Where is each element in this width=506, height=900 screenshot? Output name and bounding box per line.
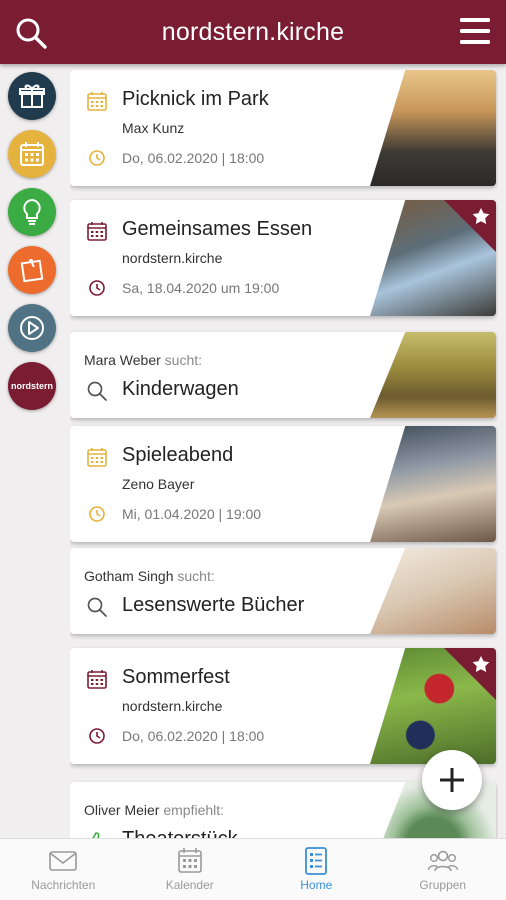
author-verb: empfiehlt: [163,802,225,818]
author-name: Gotham Singh [84,568,174,584]
event-title: Sommerfest [122,666,230,688]
tab-home[interactable]: Home [253,839,380,900]
author-verb: sucht: [164,352,203,368]
event-image [370,426,496,542]
event-card[interactable]: Sommerfest nordstern.kirche Do, 06.02.20… [70,648,496,764]
group-icon [427,850,458,872]
author-verb: sucht: [177,568,215,584]
plus-icon [440,768,464,792]
note-icon [20,259,44,283]
search-title: Lesenswerte Bücher [122,594,305,616]
tab-label: Kalender [165,878,214,892]
brand-filter-button[interactable]: nordstern [8,362,56,410]
tab-gruppen[interactable]: Gruppen [380,839,506,900]
hamburger-menu-icon[interactable] [458,14,492,48]
category-sidebar: nordstern [8,72,58,420]
featured-star-icon [444,648,496,700]
clock-icon [89,150,105,166]
author-name: Mara Weber [84,352,161,368]
app-title: nordstern.kirche [161,17,345,46]
clock-icon [89,280,105,296]
calendar-icon [20,142,44,166]
tab-nachrichten[interactable]: Nachrichten [0,839,127,900]
note-filter-button[interactable] [8,246,56,294]
lightbulb-icon [23,198,41,225]
tab-label: Home [300,878,333,892]
search-author: Mara Weber sucht: [84,352,202,368]
search-card[interactable]: Gotham Singh sucht: Lesenswerte Bücher [70,548,496,634]
envelope-icon [49,851,78,871]
event-card[interactable]: Gemeinsames Essen nordstern.kirche Sa, 1… [70,200,496,316]
recommend-author: Oliver Meier empfiehlt: [84,802,224,818]
search-icon [87,381,107,401]
event-image [370,70,496,186]
tab-kalender[interactable]: Kalender [127,839,254,900]
event-title: Spieleabend [122,444,234,466]
play-icon [20,316,44,340]
calendar-icon [87,92,107,111]
event-organizer: Zeno Bayer [122,476,195,492]
event-date: Sa, 18.04.2020 um 19:00 [122,280,280,296]
event-card[interactable]: Picknick im Park Max Kunz Do, 06.02.2020… [70,70,496,186]
clock-icon [89,728,105,744]
event-card[interactable]: Spieleabend Zeno Bayer Mi, 01.04.2020 | … [70,426,496,542]
tab-label: Gruppen [419,878,467,892]
search-title: Kinderwagen [122,378,239,400]
search-image [370,548,496,634]
event-date: Do, 06.02.2020 | 18:00 [122,150,265,166]
feed-list: Picknick im Park Max Kunz Do, 06.02.2020… [70,70,498,840]
event-organizer: nordstern.kirche [122,250,223,266]
search-icon [87,597,107,617]
search-card[interactable]: Mara Weber sucht: Kinderwagen [70,332,496,418]
add-button[interactable] [422,750,482,810]
calendar-icon [87,670,107,689]
app-header: nordstern.kirche [0,0,506,64]
calendar-icon [177,848,202,873]
calendar-filter-button[interactable] [8,130,56,178]
tab-label: Nachrichten [31,878,96,892]
search-author: Gotham Singh sucht: [84,568,215,584]
clock-icon [89,506,105,522]
idea-filter-button[interactable] [8,188,56,236]
bottom-navigation: Nachrichten Kalender Home Gruppen [0,838,506,900]
event-date: Do, 06.02.2020 | 18:00 [122,728,265,744]
search-icon[interactable] [14,16,48,50]
search-image [370,332,496,418]
home-list-icon [305,847,328,875]
gift-icon [19,84,45,108]
event-title: Gemeinsames Essen [122,218,313,240]
calendar-icon [87,222,107,241]
event-title: Picknick im Park [122,88,269,110]
event-organizer: Max Kunz [122,120,185,136]
calendar-icon [87,448,107,467]
event-date: Mi, 01.04.2020 | 19:00 [122,506,262,522]
event-organizer: nordstern.kirche [122,698,223,714]
gift-filter-button[interactable] [8,72,56,120]
media-filter-button[interactable] [8,304,56,352]
author-name: Oliver Meier [84,802,160,818]
featured-star-icon [444,200,496,252]
brand-logo: nordstern [10,381,53,391]
